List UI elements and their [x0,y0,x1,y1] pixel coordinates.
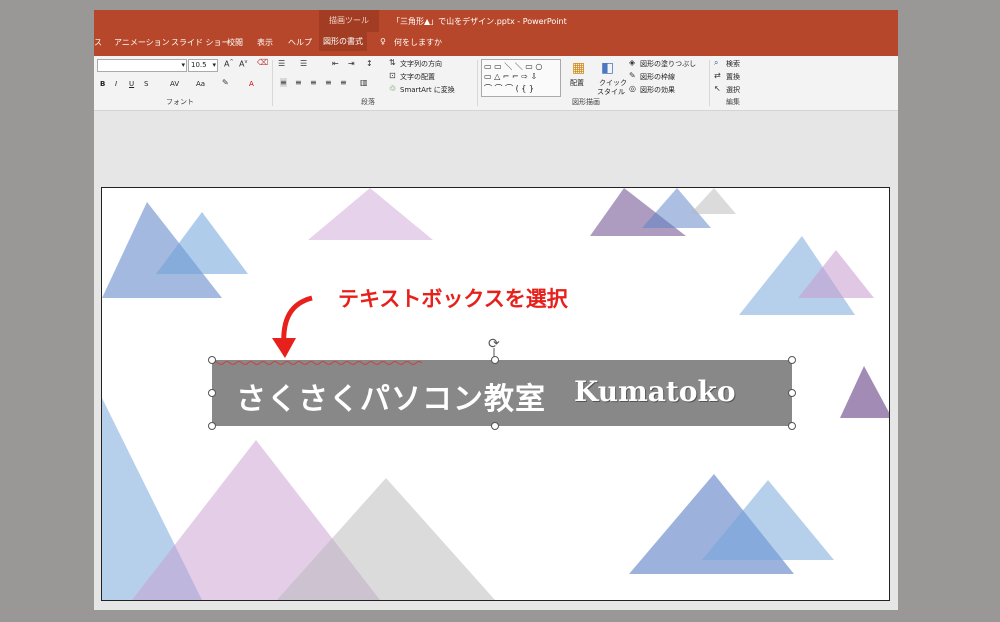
bullets-icon[interactable]: ☰ [278,59,285,68]
tell-me-search[interactable]: 何をしますか [394,37,442,48]
shape-star-icon[interactable]: ⌒ ⌒ ⌒ ( { } [484,83,534,94]
clear-format-icon[interactable]: ⌫ [257,58,268,67]
search-icon: ⌕ [714,58,719,67]
tab-partial[interactable]: ス [94,37,102,48]
tab-slideshow[interactable]: スライド ショー [171,37,230,48]
resize-handle-bl[interactable] [208,422,216,430]
font-name-input[interactable]: ▾ [97,59,187,72]
annotation-text: テキストボックスを選択 [338,287,568,311]
shape-textbox-icon[interactable]: ▭ ▭ ＼ ＼ ▭ ○ [484,61,542,72]
triangle-shape [840,366,889,418]
align-center-icon[interactable]: ≡ [295,78,302,87]
ribbon-tabs: ス アニメーション スライド ショー 校閲 表示 ヘルプ 図形の書式 ♀ 何をし… [94,32,898,56]
effects-icon: ◎ [629,84,636,93]
textbox-text-2: Kumatoko [574,375,736,408]
line-spacing-icon[interactable]: ↕ [366,59,373,68]
divider [272,60,273,106]
align-text-button[interactable]: 文字の配置 [400,72,435,82]
divider [477,60,478,106]
shrink-font-icon[interactable]: Av [239,59,247,69]
font-color-button[interactable]: A [249,80,254,88]
shape-effects-button[interactable]: 図形の効果 [640,85,675,95]
shape-triangle-icon[interactable]: ▭ △ ⌐ ⌐ ⇨ ⇩ [484,72,537,81]
distributed-icon[interactable]: ≡ [340,78,347,87]
tab-shape-format[interactable]: 図形の書式 [319,32,367,51]
shapes-gallery[interactable]: ▭ ▭ ＼ ＼ ▭ ○ ▭ △ ⌐ ⌐ ⇨ ⇩ ⌒ ⌒ ⌒ ( { } [481,59,561,97]
resize-handle-t[interactable] [491,356,499,364]
resize-handle-tl[interactable] [208,356,216,364]
align-text-icon: ⊡ [389,71,396,80]
resize-handle-r[interactable] [788,389,796,397]
tab-help[interactable]: ヘルプ [288,37,312,48]
highlight-icon[interactable]: ✎ [222,78,229,87]
document-title: 「三角形▲」で山をデザイン.pptx - PowerPoint [392,17,567,26]
align-left-icon[interactable]: ≡ [280,78,287,87]
numbering-icon[interactable]: ☰ [300,59,307,68]
rotate-handle-icon[interactable]: ⟳ [488,336,500,352]
grow-font-icon[interactable]: A^ [224,59,234,69]
char-spacing-button[interactable]: AV [170,80,179,88]
italic-button[interactable]: I [115,80,117,88]
arrange-icon: ▦ [572,60,586,76]
resize-handle-b[interactable] [491,422,499,430]
shape-fill-button[interactable]: 図形の塗りつぶし [640,59,696,69]
resize-handle-l[interactable] [208,389,216,397]
find-button[interactable]: 検索 [726,59,740,69]
drawing-group-label: 図形描画 [572,98,600,106]
resize-handle-tr[interactable] [788,356,796,364]
context-tab-label: 描画ツール [319,10,379,32]
smartart-button[interactable]: SmartArt に変換 [400,85,455,95]
tab-view[interactable]: 表示 [257,37,273,48]
editing-group-label: 編集 [726,98,740,106]
text-direction-icon: ⇅ [389,58,396,67]
columns-icon[interactable]: ▥ [360,78,368,87]
arrange-button[interactable]: 配置 [570,78,584,88]
cursor-icon: ↖ [714,84,721,93]
replace-button[interactable]: 置換 [726,72,740,82]
triangle-shape [690,188,736,214]
paragraph-group-label: 段落 [361,98,375,106]
font-size-input[interactable]: 10.5 ▾ [188,59,218,72]
shape-outline-button[interactable]: 図形の枠線 [640,72,675,82]
canvas-background [94,111,898,181]
replace-icon: ⇄ [714,71,721,80]
chevron-down-icon: ▾ [212,61,216,69]
selected-textbox[interactable]: さくさくパソコン教室 Kumatoko [212,360,792,426]
paint-bucket-icon: ◈ [629,58,636,67]
bold-button[interactable]: B [100,80,105,88]
underline-button[interactable]: U [129,80,134,88]
arrowhead-icon [272,338,296,358]
spellcheck-squiggle [212,361,423,365]
align-right-icon[interactable]: ≡ [310,78,317,87]
text-direction-button[interactable]: 文字列の方向 [400,59,442,69]
increase-indent-icon[interactable]: ⇥ [348,59,355,68]
ribbon: ▾ 10.5 ▾ A^ Av ⌫ B I U S AV Aa ✎ A フォント ☰… [94,56,898,111]
smartart-icon: ♲ [389,84,397,93]
tab-review[interactable]: 校閲 [227,37,243,48]
font-group-label: フォント [166,98,194,106]
decrease-indent-icon[interactable]: ⇤ [332,59,339,68]
powerpoint-window: 描画ツール 「三角形▲」で山をデザイン.pptx - PowerPoint ス … [94,10,898,610]
resize-handle-br[interactable] [788,422,796,430]
quick-styles-label: スタイル [597,88,625,96]
divider [709,60,710,106]
chevron-down-icon: ▾ [181,61,185,69]
lightbulb-icon: ♀ [380,37,386,46]
change-case-button[interactable]: Aa [196,80,205,88]
quick-styles-icon: ◧ [601,60,615,76]
textbox-text-1: さくさくパソコン教室 [236,382,546,417]
pen-icon: ✎ [629,71,636,80]
triangle-shape [308,188,433,240]
justify-icon[interactable]: ≡ [325,78,332,87]
slide-canvas[interactable]: ⟳ テキストボックスを選択 さくさくパソコン教室 Kumatoko [101,187,890,601]
tab-animations[interactable]: アニメーション [114,37,170,48]
shadow-button[interactable]: S [144,80,148,88]
select-button[interactable]: 選択 [726,85,740,95]
